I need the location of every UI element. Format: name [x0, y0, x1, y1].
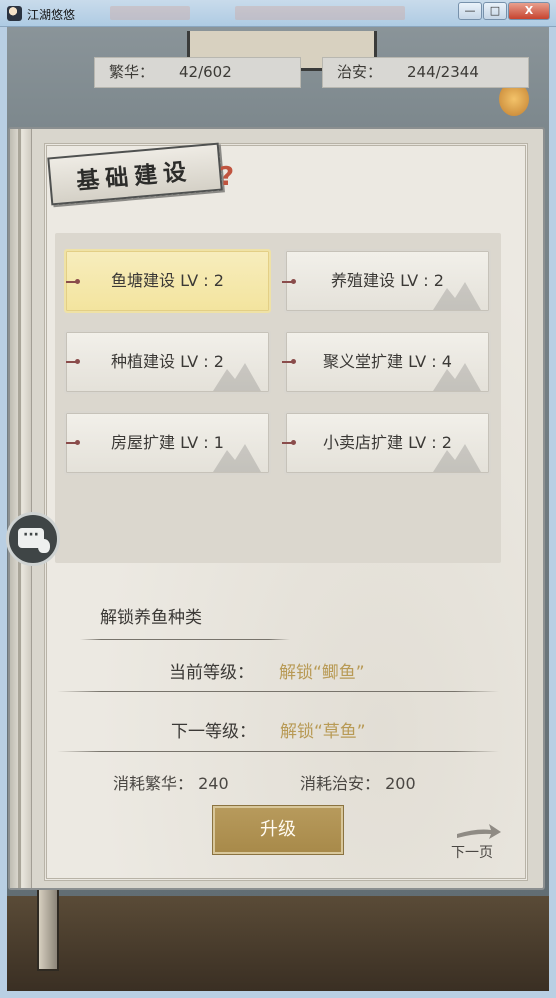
- chat-button[interactable]: ···: [6, 512, 60, 566]
- prosperity-value: 42/602: [179, 63, 232, 81]
- scene-floor: [7, 896, 549, 991]
- building-card-label: 鱼塘建设 LV : 2: [111, 271, 224, 290]
- banner-pole: [37, 881, 59, 971]
- security-stat: 治安： 244/2344: [322, 57, 529, 88]
- next-level-label: 下一等级：: [171, 722, 256, 742]
- building-card-planting[interactable]: 种植建设 LV : 2: [64, 330, 271, 394]
- maximize-button[interactable]: □: [483, 2, 507, 20]
- building-card-label: 小卖店扩建 LV : 2: [323, 433, 452, 452]
- next-level-value: 解锁“草鱼”: [280, 722, 366, 742]
- window-border-bottom: [0, 991, 556, 998]
- cost-prosperity: 消耗繁华： 240: [113, 774, 229, 793]
- building-card-housing[interactable]: 房屋扩建 LV : 1: [64, 411, 271, 475]
- next-page-arrow-icon[interactable]: [455, 822, 503, 842]
- current-level-value: 解锁“鲫鱼”: [279, 663, 365, 683]
- prosperity-label: 繁华：: [109, 63, 155, 81]
- cost-security: 消耗治安： 200: [300, 774, 416, 793]
- building-card-label: 房屋扩建 LV : 1: [111, 433, 224, 452]
- current-level-label: 当前等级：: [169, 663, 254, 683]
- divider: [80, 639, 290, 640]
- bullet-marker: [282, 440, 296, 445]
- app-icon: [7, 6, 22, 21]
- building-card-fishpond[interactable]: 鱼塘建设 LV : 2: [64, 249, 271, 313]
- bullet-marker: [66, 359, 80, 364]
- security-value: 244/2344: [407, 63, 479, 81]
- window-border-right: [549, 27, 556, 998]
- close-button[interactable]: X: [508, 2, 550, 20]
- window-titlebar: 江湖悠悠 — □ X: [0, 0, 556, 27]
- window-title: 江湖悠悠: [27, 8, 76, 22]
- prosperity-stat: 繁华： 42/602: [94, 57, 301, 88]
- window-border-left: [0, 27, 7, 998]
- book-spine: [10, 129, 32, 888]
- help-icon[interactable]: ?: [219, 162, 234, 192]
- minimize-button[interactable]: —: [458, 2, 482, 20]
- bullet-marker: [66, 440, 80, 445]
- titlebar-background-blur: [235, 6, 405, 20]
- divider: [57, 691, 499, 692]
- chat-secondary-bubble: [38, 539, 50, 553]
- security-label: 治安：: [337, 63, 383, 81]
- building-card-label: 养殖建设 LV : 2: [331, 271, 444, 290]
- building-card-hall[interactable]: 聚义堂扩建 LV : 4: [284, 330, 491, 394]
- upgrade-button[interactable]: 升级: [213, 806, 343, 854]
- bullet-marker: [66, 279, 80, 284]
- next-page-link[interactable]: 下一页: [451, 842, 493, 862]
- building-card-label: 种植建设 LV : 2: [111, 352, 224, 371]
- bullet-marker: [282, 359, 296, 364]
- divider: [57, 751, 499, 752]
- building-card-shop[interactable]: 小卖店扩建 LV : 2: [284, 411, 491, 475]
- titlebar-background-blur: [110, 6, 190, 20]
- building-card-breeding[interactable]: 养殖建设 LV : 2: [284, 249, 491, 313]
- building-card-label: 聚义堂扩建 LV : 4: [323, 352, 452, 371]
- upgrade-description: 解锁养鱼种类: [100, 608, 202, 628]
- bullet-marker: [282, 279, 296, 284]
